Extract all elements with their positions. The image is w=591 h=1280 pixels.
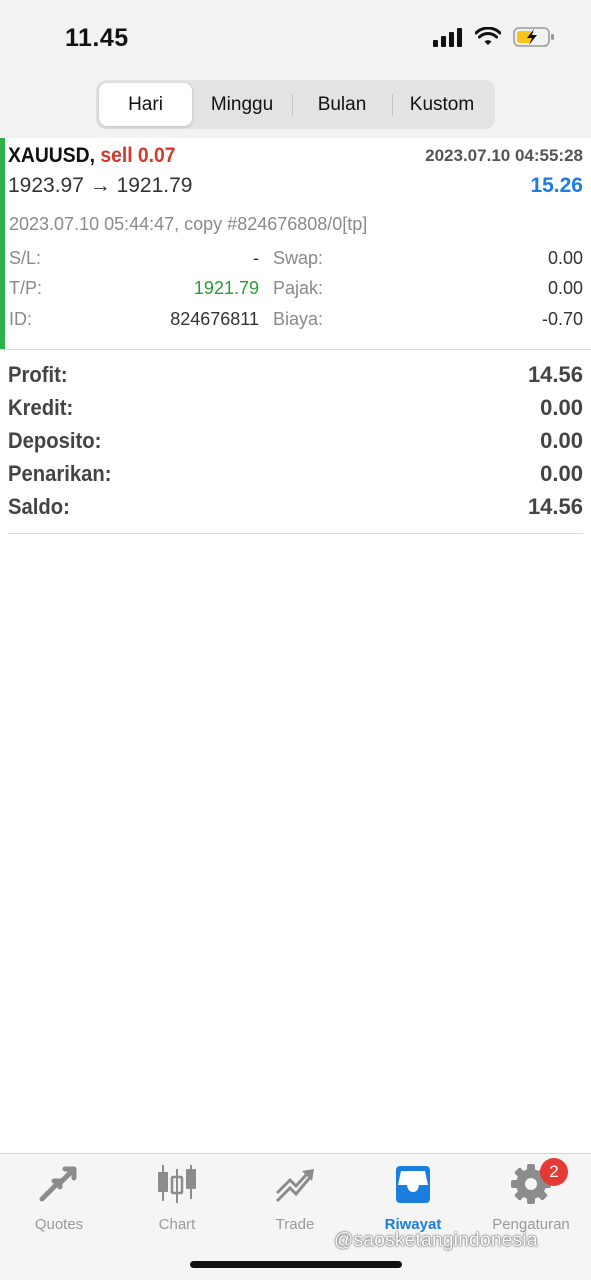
tab-quotes-label: Quotes [34, 1216, 84, 1233]
settings-notification-badge: 2 [540, 1158, 568, 1186]
deal-symbol-name: XAUUSD, [8, 144, 95, 167]
tab-chart[interactable]: Chart [118, 1162, 236, 1233]
deal-comment: 2023.07.10 05:44:47, copy #824676808/0[t… [9, 214, 368, 234]
summary-balance-label: Saldo: [8, 494, 70, 519]
summary-profit-label: Profit: [8, 362, 68, 387]
summary-withdrawal-label: Penarikan: [8, 461, 112, 486]
watermark: @saosketangindonesia [334, 1230, 538, 1251]
deal-swap-label: Swap: [273, 248, 324, 268]
trade-trend-icon [273, 1162, 317, 1206]
deal-open-time: 2023.07.10 04:55:28 [425, 146, 583, 165]
deal-tax-label: Pajak: [273, 278, 324, 298]
tab-chart-label: Chart [158, 1216, 196, 1233]
status-time: 11.45 [65, 24, 129, 52]
summary-credit-value: 0.00 [540, 395, 583, 420]
summary-credit-row: Kredit: 0.00 [8, 395, 583, 428]
battery-charging-icon [513, 27, 554, 47]
tab-quotes[interactable]: Quotes [0, 1162, 118, 1233]
deal-tax-value: 0.00 [547, 278, 583, 298]
summary-section: Profit: 14.56 Kredit: 0.00 Deposito: 0.0… [8, 360, 583, 534]
history-inbox-icon [391, 1162, 435, 1206]
summary-deposit-row: Deposito: 0.00 [8, 428, 583, 461]
summary-profit-value: 14.56 [527, 362, 583, 387]
period-segmented-control: Hari Minggu Bulan Kustom [96, 80, 495, 129]
tab-pengaturan[interactable]: 2 Pengaturan [472, 1158, 590, 1233]
summary-profit-row: Profit: 14.56 [8, 362, 583, 395]
deal-sl-label: S/L: [9, 248, 42, 268]
candlestick-icon [155, 1162, 199, 1206]
deal-fee-value: -0.70 [541, 309, 583, 329]
summary-balance-value: 14.56 [527, 494, 583, 519]
summary-withdrawal-row: Penarikan: 0.00 [8, 461, 583, 494]
deal-symbol: XAUUSD, sell 0.07 [8, 144, 176, 168]
deal-sl-value: - [253, 248, 259, 268]
deal-profit-indicator [0, 138, 5, 349]
cellular-signal-icon [433, 28, 462, 47]
tab-trade-label: Trade [275, 1216, 315, 1233]
status-bar: 11.45 [0, 0, 591, 76]
deal-swap-value: 0.00 [547, 248, 583, 268]
summary-credit-label: Kredit: [8, 395, 74, 420]
summary-deposit-label: Deposito: [8, 428, 102, 453]
wifi-icon [475, 27, 501, 45]
tab-bulan[interactable]: Bulan [292, 83, 392, 126]
summary-balance-row: Saldo: 14.56 [8, 494, 583, 527]
tab-kustom[interactable]: Kustom [392, 83, 492, 126]
deal-fee-label: Biaya: [273, 309, 324, 329]
tab-trade[interactable]: Trade [236, 1162, 354, 1233]
deal-entry[interactable]: XAUUSD, sell 0.07 2023.07.10 04:55:28 19… [0, 138, 591, 350]
deal-id-label: ID: [9, 309, 33, 329]
deal-side: sell 0.07 [100, 144, 176, 167]
summary-deposit-value: 0.00 [540, 428, 583, 453]
period-selector-bar: Hari Minggu Bulan Kustom [0, 76, 591, 138]
deal-tp-label: T/P: [9, 278, 43, 298]
deal-id-value: 824676811 [170, 309, 259, 329]
summary-withdrawal-value: 0.00 [540, 461, 583, 486]
deal-prices: 1923.97 → 1921.79 [8, 174, 193, 197]
deal-profit: 15.26 [530, 174, 583, 197]
home-indicator[interactable] [190, 1261, 402, 1268]
tab-riwayat[interactable]: Riwayat [354, 1162, 472, 1233]
deal-tp-value: 1921.79 [193, 278, 259, 298]
bottom-tab-bar: Quotes Chart Trade Riwayat 2 Pengaturan … [0, 1153, 591, 1280]
status-icons [433, 26, 555, 48]
tab-hari[interactable]: Hari [99, 83, 192, 126]
quotes-arrows-icon [37, 1162, 81, 1206]
tab-minggu[interactable]: Minggu [192, 83, 292, 126]
